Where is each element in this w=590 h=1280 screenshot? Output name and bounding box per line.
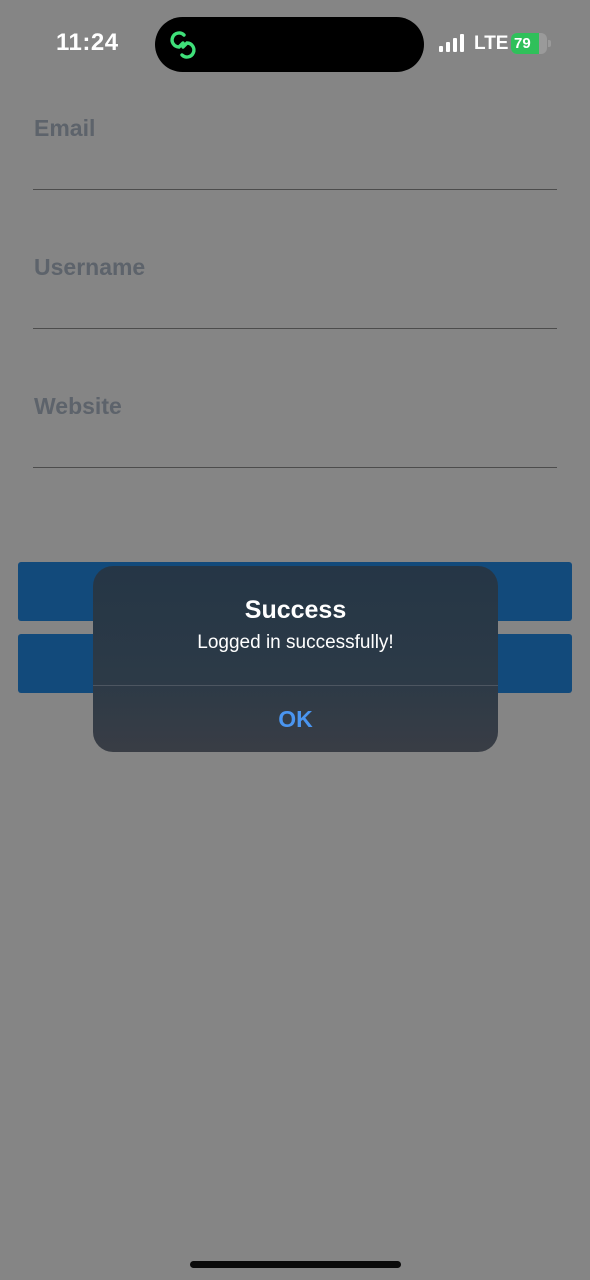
alert-message: Logged in successfully! [197,632,394,653]
username-label: Username [34,254,146,280]
website-field[interactable] [33,425,557,468]
ok-button[interactable]: OK [93,686,498,752]
battery-tip [548,40,551,47]
username-field[interactable] [33,286,557,329]
battery-body: 79 [511,33,547,54]
status-bar: 11:24 LTE 79 [0,0,590,90]
battery-charging-icon: 79 [511,33,551,54]
cellular-signal-icon [439,34,464,52]
home-indicator[interactable] [190,1261,401,1268]
success-alert-dialog: Success Logged in successfully! OK [93,566,498,752]
email-label: Email [34,115,96,141]
status-time: 11:24 [56,29,119,56]
link-icon [170,31,196,59]
email-field[interactable] [33,147,557,190]
website-label: Website [34,393,122,419]
dynamic-island [155,17,424,72]
network-type: LTE [474,33,509,54]
alert-title: Success [244,596,347,624]
battery-level: 79 [514,35,531,52]
